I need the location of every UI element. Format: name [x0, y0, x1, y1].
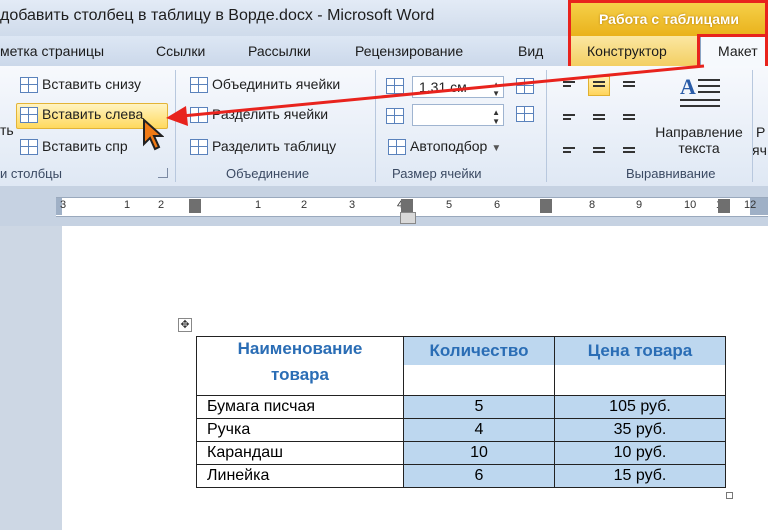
annotation-arrow-icon [166, 64, 705, 126]
